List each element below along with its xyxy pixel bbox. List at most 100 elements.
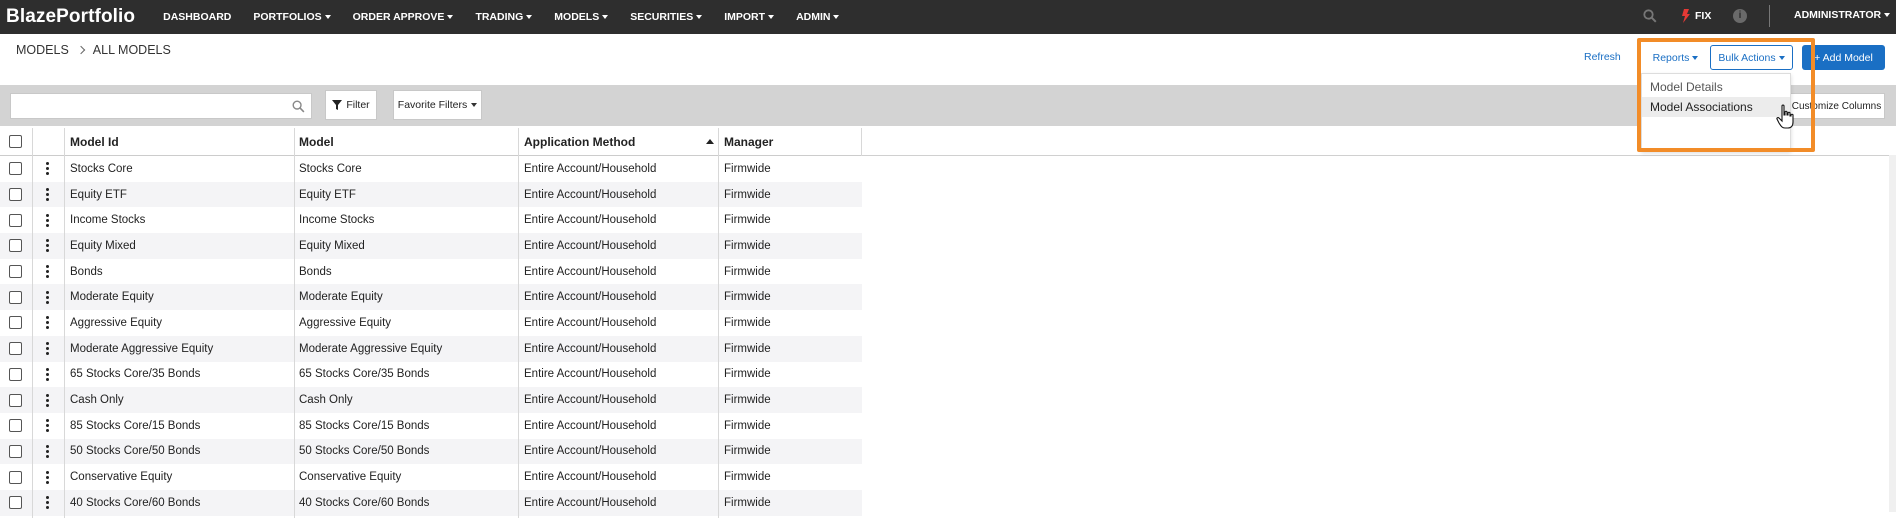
nav-item-label: PORTFOLIOS — [253, 11, 322, 23]
row-checkbox[interactable] — [9, 342, 22, 356]
more-options-icon[interactable] — [46, 439, 49, 465]
menu-item-model-details[interactable]: Model Details — [1642, 77, 1790, 97]
add-model-button[interactable]: + Add Model — [1802, 45, 1885, 70]
row-checkbox-cell — [9, 207, 22, 233]
row-checkbox[interactable] — [9, 213, 22, 227]
more-options-icon[interactable] — [46, 259, 49, 285]
more-options-icon[interactable] — [46, 464, 49, 490]
nav-item-dashboard[interactable]: DASHBOARD — [163, 11, 231, 23]
more-options-icon[interactable] — [46, 182, 49, 208]
row-checkbox[interactable] — [9, 367, 22, 381]
more-options-icon[interactable] — [46, 156, 49, 182]
cell-application-method: Entire Account/Household — [524, 445, 657, 458]
table-row[interactable]: Aggressive Equity Aggressive Equity Entire… — [0, 310, 862, 336]
user-menu[interactable]: ADMINISTRATOR — [1794, 9, 1891, 21]
fix-indicator[interactable]: FIX — [1681, 8, 1711, 24]
nav-item-portfolios[interactable]: PORTFOLIOS — [253, 11, 331, 23]
nav-item-trading[interactable]: TRADING — [475, 11, 533, 23]
menu-item-model-associations[interactable]: Model Associations — [1642, 97, 1790, 117]
table-row[interactable]: Bonds Bonds Entire Account/Household Firmwi… — [0, 259, 862, 285]
table-row[interactable]: 85 Stocks Core/15 Bonds 85 Stocks Core/15… — [0, 413, 862, 439]
bulk-actions-button[interactable]: Bulk Actions — [1710, 45, 1793, 70]
column-divider — [294, 128, 295, 518]
nav-item-label: ORDER APPROVE — [352, 11, 445, 23]
customize-columns-button[interactable]: Customize Columns — [1788, 93, 1885, 119]
chevron-down-icon — [833, 15, 840, 19]
nav-item-securities[interactable]: SECURITIES — [630, 11, 703, 23]
row-checkbox[interactable] — [9, 290, 22, 304]
row-checkbox[interactable] — [9, 316, 22, 330]
nav-item-import[interactable]: IMPORT — [724, 11, 775, 23]
column-divider — [861, 128, 862, 156]
table-row[interactable]: Conservative Equity Conservative Equity En… — [0, 464, 862, 490]
column-divider — [32, 128, 33, 518]
cell-model: 50 Stocks Core/50 Bonds — [299, 445, 430, 458]
table-row[interactable]: Moderate Aggressive Equity Moderate Aggre… — [0, 335, 862, 362]
table-row[interactable]: Income Stocks Income Stocks Entire Account… — [0, 207, 862, 233]
more-options-icon[interactable] — [46, 233, 49, 259]
info-icon[interactable]: i — [1733, 9, 1747, 23]
chevron-down-icon — [1778, 55, 1785, 60]
more-options-icon[interactable] — [46, 284, 49, 310]
table-row[interactable]: 50 Stocks Core/50 Bonds 50 Stocks Core/50… — [0, 438, 862, 465]
chevron-down-icon — [471, 103, 478, 107]
more-options-icon[interactable] — [46, 310, 49, 336]
table-row[interactable]: Equity ETF Equity ETF Entire Account/House… — [0, 181, 862, 208]
row-checkbox[interactable] — [9, 444, 22, 458]
row-checkbox[interactable] — [9, 419, 22, 433]
brand-logo[interactable]: BlazePortfolio — [6, 6, 135, 28]
cell-model-id: Income Stocks — [70, 214, 146, 227]
breadcrumb-root[interactable]: MODELS — [16, 43, 69, 57]
cell-manager: Firmwide — [724, 342, 771, 355]
table-row[interactable]: Cash Only Cash Only Entire Account/Househo… — [0, 387, 862, 413]
main-nav: DASHBOARD PORTFOLIOS ORDER APPROVE TRADING M… — [163, 11, 861, 23]
table-row[interactable]: 65 Stocks Core/35 Bonds 65 Stocks Core/35… — [0, 362, 862, 388]
table-row[interactable]: Moderate Equity Moderate Equity Entire Acc… — [0, 284, 862, 311]
more-options-icon[interactable] — [46, 387, 49, 413]
cell-model-id: Stocks Core — [70, 162, 133, 175]
refresh-button[interactable]: Refresh — [1584, 51, 1621, 63]
table-row[interactable]: Stocks Core Stocks Core Entire Account/Hou… — [0, 156, 862, 182]
column-header-model-id[interactable]: Model Id — [70, 128, 119, 155]
cell-model-id: 50 Stocks Core/50 Bonds — [70, 445, 201, 458]
nav-item-label: TRADING — [475, 11, 524, 23]
search-input[interactable] — [10, 93, 312, 119]
fix-icon — [1682, 9, 1690, 23]
more-options-icon[interactable] — [46, 362, 49, 388]
more-options-icon[interactable] — [46, 413, 49, 439]
row-checkbox[interactable] — [9, 393, 22, 407]
breadcrumb-current: ALL MODELS — [92, 43, 171, 57]
row-checkbox-cell — [9, 284, 22, 310]
nav-item-admin[interactable]: ADMIN — [796, 11, 840, 23]
row-checkbox[interactable] — [9, 239, 22, 253]
column-header-application-method[interactable]: Application Method — [524, 128, 635, 155]
cell-model-id: 85 Stocks Core/15 Bonds — [70, 419, 201, 432]
column-divider — [718, 128, 719, 518]
cell-model: 65 Stocks Core/35 Bonds — [299, 368, 430, 381]
more-options-icon[interactable] — [46, 207, 49, 233]
row-checkbox[interactable] — [9, 470, 22, 484]
reports-button[interactable]: Reports — [1648, 45, 1703, 70]
row-checkbox[interactable] — [9, 496, 22, 510]
favorite-filters-button[interactable]: Favorite Filters — [393, 90, 482, 120]
table-row[interactable]: Equity Mixed Equity Mixed Entire Account/H… — [0, 233, 862, 259]
select-all-checkbox[interactable] — [9, 135, 22, 148]
row-checkbox[interactable] — [9, 188, 22, 202]
row-checkbox[interactable] — [9, 162, 22, 176]
row-checkbox-cell — [9, 362, 22, 388]
row-checkbox-cell — [9, 310, 22, 336]
nav-item-order-approve[interactable]: ORDER APPROVE — [353, 11, 454, 23]
cell-application-method: Entire Account/Household — [524, 162, 657, 175]
models-grid: Model Id Model Application Method Manage… — [0, 128, 862, 518]
search-icon[interactable] — [1643, 9, 1657, 23]
cell-manager: Firmwide — [724, 265, 771, 278]
row-checkbox[interactable] — [9, 265, 22, 279]
more-options-icon[interactable] — [46, 336, 49, 362]
column-header-model[interactable]: Model — [299, 128, 334, 155]
cell-model: Equity Mixed — [299, 239, 365, 252]
filter-button[interactable]: Filter — [325, 90, 377, 120]
nav-item-models[interactable]: MODELS — [554, 11, 609, 23]
column-header-manager[interactable]: Manager — [724, 128, 773, 155]
grid-scrollbar[interactable] — [1889, 155, 1896, 512]
cell-application-method: Entire Account/Household — [524, 239, 657, 252]
